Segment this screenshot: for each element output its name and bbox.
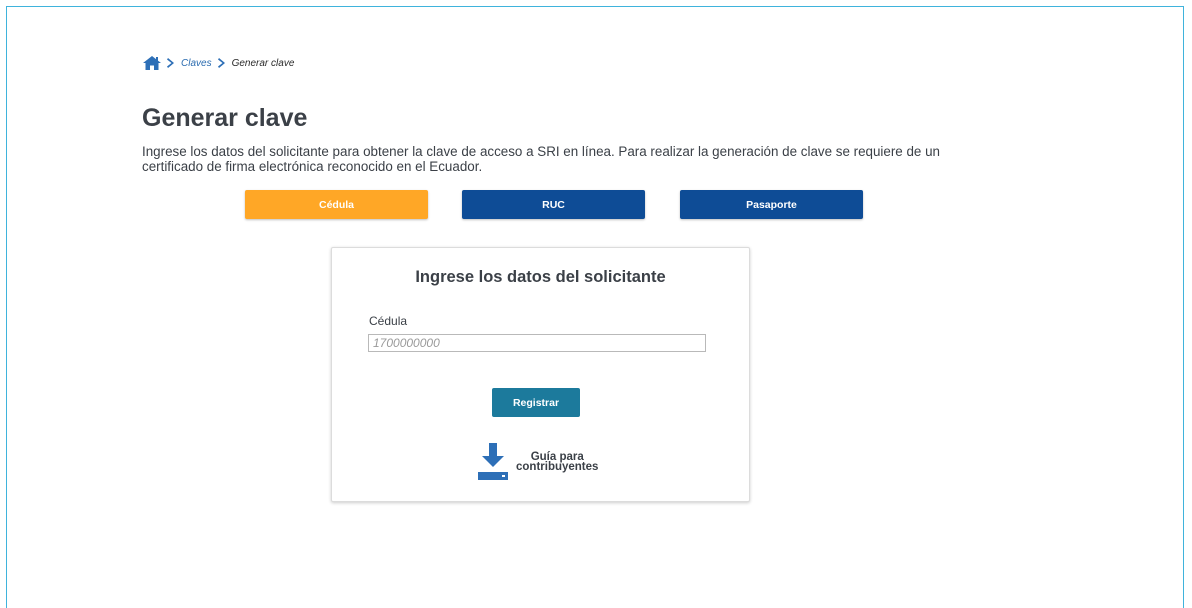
breadcrumb: Claves Generar clave <box>143 56 294 70</box>
form-title: Ingrese los datos del solicitante <box>415 268 666 286</box>
cedula-input[interactable] <box>368 334 706 352</box>
applicant-form-card: Ingrese los datos del solicitante Cédula… <box>331 247 750 502</box>
doc-type-cedula-button[interactable]: Cédula <box>245 190 428 219</box>
breadcrumb-claves-link[interactable]: Claves <box>181 58 212 69</box>
doc-type-ruc-button[interactable]: RUC <box>462 190 645 219</box>
page-frame: Claves Generar clave Generar clave Ingre… <box>6 6 1184 608</box>
page-description: Ingrese los datos del solicitante para o… <box>142 144 940 174</box>
download-icon <box>478 443 508 481</box>
home-icon[interactable] <box>143 56 161 70</box>
register-button[interactable]: Registrar <box>492 388 580 417</box>
chevron-right-icon <box>167 58 175 68</box>
cedula-field-label: Cédula <box>369 314 408 328</box>
guide-download-link[interactable]: Guía para contribuyentes <box>478 443 598 481</box>
page-title: Generar clave <box>142 104 308 132</box>
doc-type-pasaporte-button[interactable]: Pasaporte <box>680 190 863 219</box>
chevron-right-icon <box>217 58 226 68</box>
breadcrumb-current: Generar clave <box>231 57 295 69</box>
guide-label: Guía para contribuyentes <box>516 451 599 473</box>
